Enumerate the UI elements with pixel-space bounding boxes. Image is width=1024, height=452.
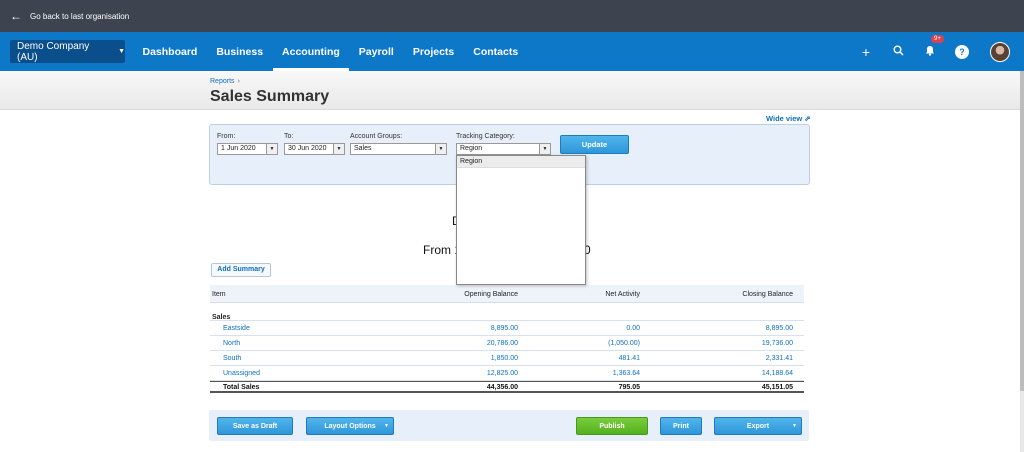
tracking-category-select[interactable]: Region ▼: [456, 143, 551, 155]
table-row: North 20,786.00 (1,050.00) 19,736.00: [210, 336, 804, 351]
breadcrumb[interactable]: Reports ›: [210, 78, 240, 85]
chevron-down-icon: ▼: [792, 423, 797, 429]
account-groups-label: Account Groups:: [350, 133, 403, 140]
nav-accounting[interactable]: Accounting: [272, 32, 350, 71]
row-opening-balance[interactable]: 12,825.00: [487, 370, 518, 377]
main-navbar: Demo Company (AU) ▼ Dashboard Business A…: [0, 32, 1024, 71]
column-header-item: Item: [212, 291, 226, 298]
chevron-down-icon[interactable]: ▼: [435, 144, 446, 154]
nav-contacts[interactable]: Contacts: [464, 32, 528, 71]
row-opening-balance[interactable]: 20,786.00: [487, 340, 518, 347]
avatar[interactable]: [990, 41, 1010, 62]
account-groups-select[interactable]: Sales ▼: [350, 143, 447, 155]
search-icon[interactable]: [882, 45, 914, 59]
layout-options-label: Layout Options: [324, 423, 376, 430]
expand-icon: ⇗: [804, 114, 811, 123]
nav-payroll[interactable]: Payroll: [349, 32, 403, 71]
update-button[interactable]: Update: [560, 135, 629, 154]
to-date-field[interactable]: 30 Jun 2020 ▼: [284, 143, 345, 155]
layout-options-button[interactable]: Layout Options ▼: [306, 417, 394, 435]
back-arrow-icon[interactable]: ←: [10, 10, 22, 22]
help-icon[interactable]: ?: [955, 44, 969, 59]
save-as-draft-button[interactable]: Save as Draft: [217, 417, 293, 435]
chevron-down-icon[interactable]: ▼: [539, 144, 550, 154]
row-item-link[interactable]: North: [223, 340, 240, 347]
section-heading: Sales: [210, 303, 804, 321]
wide-view-label: Wide view: [766, 114, 803, 123]
total-opening-balance: 44,356.00: [486, 384, 518, 391]
sales-summary-table: Item Opening Balance Net Activity Closin…: [210, 285, 804, 393]
dropdown-option-region[interactable]: Region: [457, 156, 585, 168]
chevron-down-icon: ▼: [384, 423, 389, 429]
total-label: Total Sales: [223, 384, 260, 391]
bell-icon[interactable]: 9+: [914, 34, 946, 59]
from-label: From:: [217, 133, 236, 140]
column-header-opening-balance: Opening Balance: [464, 291, 518, 298]
nav-dashboard[interactable]: Dashboard: [133, 32, 207, 71]
breadcrumb-reports[interactable]: Reports: [210, 78, 235, 85]
organisation-name: Demo Company (AU): [17, 40, 90, 63]
page-header: Reports › Sales Summary: [0, 71, 1024, 110]
row-closing-balance[interactable]: 14,188.64: [762, 370, 793, 377]
row-net-activity[interactable]: 0.00: [626, 325, 640, 332]
row-net-activity[interactable]: (1,050.00): [608, 340, 640, 347]
add-summary-button[interactable]: Add Summary: [211, 263, 271, 277]
row-closing-balance[interactable]: 8,895.00: [766, 325, 793, 332]
table-row: Unassigned 12,825.00 1,363.64 14,188.64: [210, 366, 804, 381]
tracking-category-label: Tracking Category:: [456, 133, 515, 140]
chevron-down-icon: ▼: [118, 48, 125, 55]
row-item-link[interactable]: Eastside: [223, 325, 250, 332]
chevron-down-icon[interactable]: ▼: [266, 144, 277, 154]
nav-projects[interactable]: Projects: [403, 32, 463, 71]
organisation-switcher[interactable]: Demo Company (AU) ▼: [10, 40, 125, 63]
nav-business[interactable]: Business: [207, 32, 273, 71]
back-to-organisation-link[interactable]: Go back to last organisation: [30, 12, 129, 21]
chevron-down-icon[interactable]: ▼: [333, 144, 344, 154]
table-row: Eastside 8,895.00 0.00 8,895.00: [210, 321, 804, 336]
row-item-link[interactable]: South: [223, 355, 241, 362]
total-row: Total Sales 44,356.00 795.05 45,151.05: [210, 381, 804, 393]
row-closing-balance[interactable]: 2,331.41: [766, 355, 793, 362]
from-date-value: 1 Jun 2020: [221, 145, 256, 152]
row-item-link[interactable]: Unassigned: [223, 370, 260, 377]
print-button[interactable]: Print: [660, 417, 702, 435]
tracking-category-value: Region: [460, 145, 483, 152]
section-label: Sales: [212, 314, 231, 321]
table-row: South 1,850.00 481.41 2,331.41: [210, 351, 804, 366]
export-button[interactable]: Export ▼: [714, 417, 802, 435]
to-label: To:: [284, 133, 294, 140]
row-opening-balance[interactable]: 8,895.00: [491, 325, 518, 332]
table-header: Item Opening Balance Net Activity Closin…: [210, 285, 804, 303]
row-net-activity[interactable]: 1,363.64: [613, 370, 640, 377]
wide-view-link[interactable]: Wide view ⇗: [766, 114, 811, 123]
row-opening-balance[interactable]: 1,850.00: [491, 355, 518, 362]
scrollbar-thumb[interactable]: [1020, 71, 1024, 391]
notification-badge: 9+: [931, 34, 944, 43]
plus-icon[interactable]: +: [850, 44, 882, 60]
account-groups-value: Sales: [354, 145, 372, 152]
tracking-category-dropdown: Region: [456, 155, 586, 285]
report-action-bar: Save as Draft Layout Options ▼ Publish P…: [209, 410, 809, 441]
from-date-field[interactable]: 1 Jun 2020 ▼: [217, 143, 278, 155]
to-date-value: 30 Jun 2020: [288, 145, 327, 152]
top-bar: ← Go back to last organisation: [0, 0, 1024, 32]
column-header-closing-balance: Closing Balance: [742, 291, 793, 298]
row-closing-balance[interactable]: 19,736.00: [762, 340, 793, 347]
page-title: Sales Summary: [210, 88, 330, 105]
total-net-activity: 795.05: [618, 384, 640, 391]
column-header-net-activity: Net Activity: [605, 291, 640, 298]
total-closing-balance: 45,151.05: [761, 384, 793, 391]
publish-button[interactable]: Publish: [576, 417, 648, 435]
row-net-activity[interactable]: 481.41: [619, 355, 640, 362]
export-label: Export: [746, 423, 770, 430]
